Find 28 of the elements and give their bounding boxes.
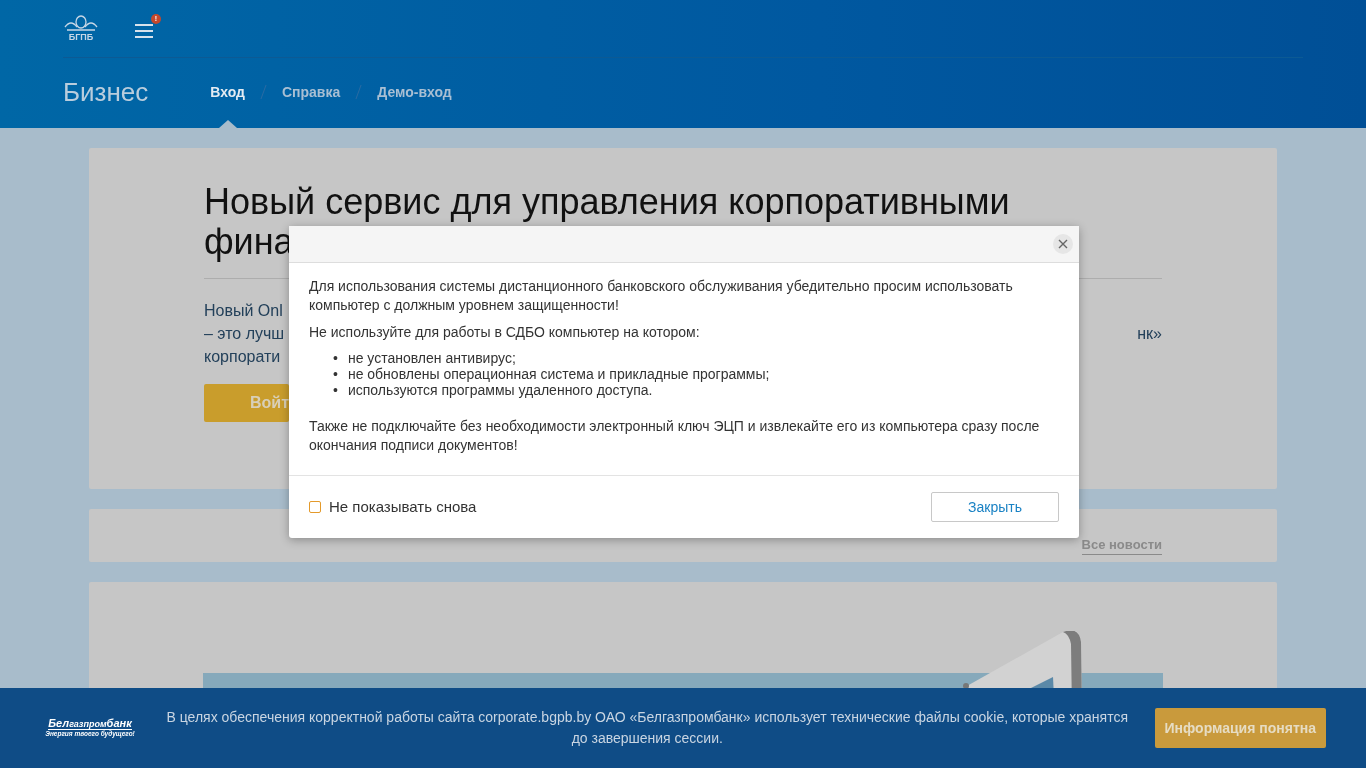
intro-text: корпорати xyxy=(204,347,281,367)
tab-pointer-icon xyxy=(218,120,237,128)
intro-text: Новый Onl xyxy=(204,301,283,321)
all-news-link[interactable]: Все новости xyxy=(1081,534,1162,555)
logo[interactable]: БГПБ xyxy=(63,15,99,42)
menu-icon[interactable] xyxy=(135,23,153,38)
accept-button[interactable]: Информация понятна xyxy=(1154,708,1326,748)
list-item: не установлен антивирус; xyxy=(347,350,516,366)
close-icon[interactable] xyxy=(1053,234,1073,254)
checkbox-label: Не показывать снова xyxy=(329,496,477,517)
checkbox[interactable] xyxy=(309,501,321,513)
nav-tab[interactable]: Вход xyxy=(210,77,245,107)
nav-tab[interactable]: Справка xyxy=(281,77,341,107)
bullet: • xyxy=(333,382,338,398)
list-item: не обновлены операционная система и прикладные программы; xyxy=(347,366,770,382)
intro-text: – это лучш xyxy=(204,324,285,344)
nav-tab[interactable]: Демо-вход xyxy=(377,77,452,107)
bullet: • xyxy=(333,366,338,382)
bank-logo-name: Белгазпромбанк xyxy=(48,718,132,731)
cookie-text: В целях обеспечения корректной работы сайта corporate.bgpb.by ОАО «Белгазпромбанк» использует технические файлы cookie, которые хранятся до завершения сессии. xyxy=(166,708,1129,748)
intro-text: нк» xyxy=(1137,324,1162,344)
dialog-text: Не используйте для работы в СДБО компьютер на котором: xyxy=(309,323,701,342)
list-item: используются программы удаленного доступа. xyxy=(347,382,653,398)
bullet: • xyxy=(333,350,338,366)
close-button[interactable]: Закрыть xyxy=(931,492,1059,522)
dialog-text: Также не подключайте без необходимости электронный ключ ЭЦП и извлекайте его из компьютера сразу после окончания подписи документов! xyxy=(309,417,1041,455)
dialog-text: Для использования системы дистанционного банковского обслуживания убедительно просим использовать компьютер с должным уровнем защищенности! xyxy=(309,277,1014,315)
section-title: Бизнес xyxy=(63,75,149,109)
